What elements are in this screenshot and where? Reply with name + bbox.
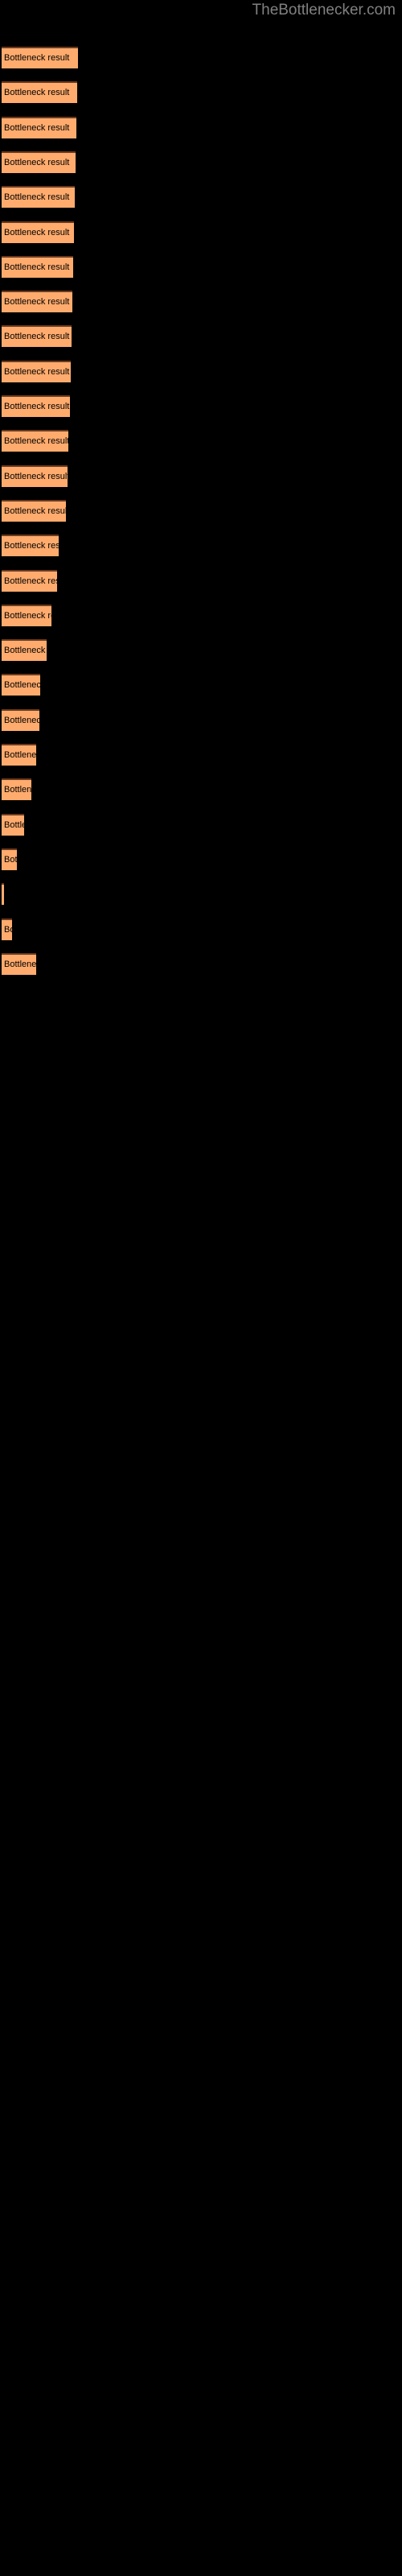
bar-label: Bottleneck result — [4, 680, 40, 690]
bar-label: Bottleneck result — [4, 750, 36, 760]
bar[interactable]: Bottleneck result — [2, 81, 77, 103]
bar[interactable]: Bottleneck result — [2, 639, 47, 661]
bar[interactable]: Bottleneck result — [2, 186, 75, 208]
bar[interactable]: Bottleneck result — [2, 221, 74, 243]
bar[interactable]: Bottleneck result — [2, 395, 70, 417]
bar-label: Bottleneck result — [4, 785, 31, 795]
bar[interactable]: Bottleneck result — [2, 291, 72, 312]
bar-label: Bottleneck result — [4, 192, 70, 202]
bar[interactable]: Bottleneck result — [2, 919, 12, 940]
bar-label: Bottleneck result — [4, 262, 70, 272]
bar[interactable]: Bottleneck result — [2, 778, 31, 800]
bar-label: Bottleneck result — [4, 506, 66, 516]
chart-canvas: TheBottlenecker.com Bottleneck result Bot… — [0, 0, 402, 2576]
bar-label: Bottleneck result — [4, 332, 70, 341]
bar[interactable]: Bottleneck result — [2, 151, 76, 173]
bar-label: Bottleneck result — [4, 228, 70, 237]
bar[interactable]: Bottleneck result — [2, 117, 76, 138]
bar-label: Bottleneck result — [4, 576, 57, 586]
bar[interactable]: Bottleneck result — [2, 953, 36, 975]
bar-label: Bottleneck result — [4, 855, 17, 865]
bar[interactable]: Bottleneck result — [2, 325, 72, 347]
bar[interactable]: Bottleneck result — [2, 605, 51, 626]
bar-label: Bottleneck result — [4, 820, 24, 830]
bar[interactable]: Bottleneck result — [2, 570, 57, 592]
bar-label: Bottleneck result — [4, 960, 36, 969]
bar[interactable]: Bottleneck result — [2, 674, 40, 696]
bar-label: Bottleneck result — [4, 53, 70, 63]
bar-series: Bottleneck result Bottleneck result Bottle… — [0, 0, 402, 2576]
bar[interactable]: Bottleneck result — [2, 848, 17, 870]
bar-label: Bottleneck result — [4, 297, 70, 307]
bar-label: Bottleneck result — [4, 88, 70, 97]
bar-label: Bottleneck result — [4, 646, 47, 655]
bar[interactable]: Bottleneck result — [2, 256, 73, 278]
bar-label: Bottleneck result — [4, 611, 51, 621]
bar-label: Bottleneck result — [4, 716, 39, 725]
bar-label: Bottleneck result — [4, 436, 68, 446]
bar[interactable]: Bottleneck result — [2, 361, 71, 382]
bar[interactable]: Bottleneck result — [2, 744, 36, 766]
bar[interactable]: Bottleneck result — [2, 814, 24, 836]
bar[interactable]: Bottleneck result — [2, 47, 78, 68]
bar-label: Bottleneck result — [4, 367, 70, 377]
bar[interactable]: Bottleneck result — [2, 883, 4, 905]
bar-label: Bottleneck result — [4, 158, 70, 167]
bar-label: Bottleneck result — [4, 472, 68, 481]
bar-label: Bottleneck result — [4, 541, 59, 551]
bar-label: Bottleneck result — [4, 123, 70, 133]
bar[interactable]: Bottleneck result — [2, 465, 68, 487]
bar[interactable]: Bottleneck result — [2, 500, 66, 522]
bar-label: Bottleneck result — [4, 925, 12, 935]
bar-label: Bottleneck result — [4, 402, 70, 411]
bar[interactable]: Bottleneck result — [2, 535, 59, 556]
bar[interactable]: Bottleneck result — [2, 709, 39, 731]
bar[interactable]: Bottleneck result — [2, 430, 68, 452]
